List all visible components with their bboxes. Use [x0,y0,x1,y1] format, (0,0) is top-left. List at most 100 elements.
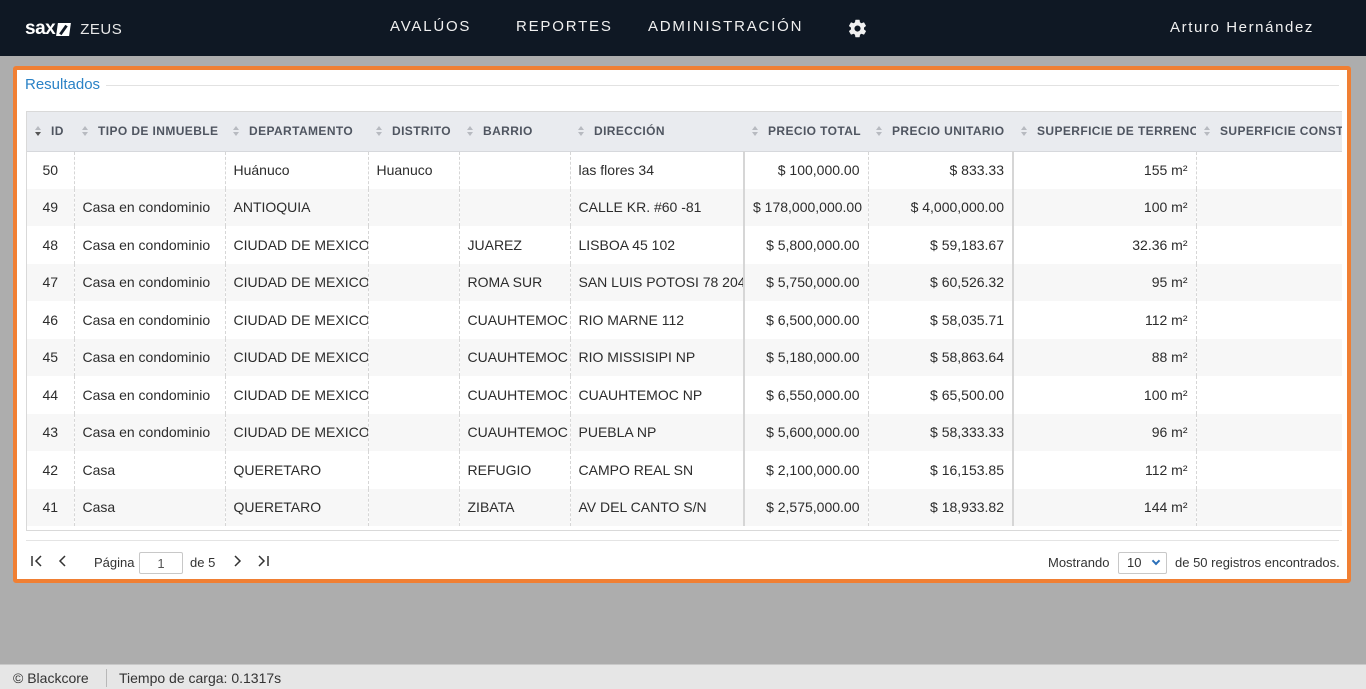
cell-barrio: CUAUHTEMOC [459,376,571,414]
chevron-down-icon [1151,556,1161,566]
cell-distrito [368,451,460,489]
cell-direccion: AV DEL CANTO S/N [570,488,745,526]
cell-superficie-construida: 1 [1196,151,1342,189]
table-row[interactable]: 41 Casa QUERETARO ZIBATA AV DEL CANTO S/N $ 2… [27,488,1342,526]
nav-item-administracion[interactable]: ADMINISTRACIÓN [648,18,803,35]
cell-tipo-de-inmueble: Casa [74,488,226,526]
cell-id: 41 [27,488,75,526]
sort-icon [82,126,90,137]
next-page-icon[interactable] [229,554,245,570]
cell-superficie-de-terreno: 112 m² [1012,301,1197,339]
records-found-label: de 50 registros encontrados. [1175,555,1340,570]
cell-superficie-construida [1196,188,1342,226]
nav-item-reportes[interactable]: REPORTES [516,18,613,35]
column-header-superficie-de-terreno[interactable]: SUPERFICIE DE TERRENO [1013,112,1199,152]
table-row[interactable]: 50 Huánuco Huanuco las flores 34 $ 100,000.0… [27,151,1342,189]
cell-superficie-de-terreno: 100 m² [1012,376,1197,414]
table-row[interactable]: 42 Casa QUERETARO REFUGIO CAMPO REAL SN $ 2,1… [27,451,1342,489]
cell-barrio: REFUGIO [459,451,571,489]
cell-barrio: JUAREZ [459,226,571,264]
page-number-input[interactable] [139,552,183,574]
cell-precio-unitario: $ 65,500.00 [868,376,1014,414]
sort-icon [1021,126,1029,137]
status-divider [106,669,107,687]
page-size-select[interactable]: 10 [1118,552,1167,574]
table-header-row: ID TIPO DE INMUEBLE DEPARTAMENTO DISTRIT… [27,112,1342,152]
table-row[interactable]: 44 Casa en condominio CIUDAD DE MEXICO CUAU… [27,376,1342,414]
column-header-superficie-construida[interactable]: SUPERFICIE CONSTRUIDA [1196,112,1342,152]
brand[interactable]: sax ZEUS [25,18,122,40]
cell-id: 42 [27,451,75,489]
column-header-id[interactable]: ID [27,112,74,152]
cell-superficie-construida: 1 [1196,376,1342,414]
cell-departamento: QUERETARO [225,451,369,489]
app-name: ZEUS [80,20,123,38]
table-row[interactable]: 46 Casa en condominio CIUDAD DE MEXICO CUAU… [27,301,1342,339]
cell-distrito [368,413,460,451]
cell-id: 50 [27,151,75,189]
load-time-text: Tiempo de carga: 0.1317s [119,670,282,686]
cell-direccion: RIO MARNE 112 [570,301,745,339]
cell-barrio [459,151,571,189]
column-header-distrito[interactable]: DISTRITO [368,112,459,152]
nav-item-avaluos[interactable]: AVALÚOS [390,18,471,35]
column-header-direccion[interactable]: DIRECCIÓN [570,112,744,152]
results-table-container: ID TIPO DE INMUEBLE DEPARTAMENTO DISTRIT… [26,111,1342,531]
column-header-precio-total[interactable]: PRECIO TOTAL [744,112,868,152]
cell-superficie-construida: 1 [1196,488,1342,526]
cell-id: 45 [27,338,75,376]
cell-barrio: CUAUHTEMOC [459,338,571,376]
cell-precio-unitario: $ 4,000,000.00 [868,188,1014,226]
cell-tipo-de-inmueble [74,151,226,189]
cell-departamento: CIUDAD DE MEXICO [225,338,369,376]
showing-label: Mostrando [1048,555,1110,570]
cell-superficie-construida: 1 [1196,451,1342,489]
cell-departamento: CIUDAD DE MEXICO [225,376,369,414]
cell-barrio [459,188,571,226]
user-name[interactable]: Arturo Hernández [1170,19,1314,36]
cell-tipo-de-inmueble: Casa en condominio [74,263,226,301]
column-header-precio-unitario[interactable]: PRECIO UNITARIO [868,112,1013,152]
cell-departamento: CIUDAD DE MEXICO [225,263,369,301]
cell-tipo-de-inmueble: Casa [74,451,226,489]
table-row[interactable]: 45 Casa en condominio CIUDAD DE MEXICO CUAU… [27,338,1342,376]
cell-id: 43 [27,413,75,451]
cell-direccion: CAMPO REAL SN [570,451,745,489]
column-header-barrio[interactable]: BARRIO [459,112,570,152]
sort-icon [752,126,760,137]
cell-superficie-de-terreno: 144 m² [1012,488,1197,526]
cell-distrito [368,263,460,301]
cell-direccion: CUAUHTEMOC NP [570,376,745,414]
cell-precio-unitario: $ 833.33 [868,151,1014,189]
table-row[interactable]: 49 Casa en condominio ANTIOQUIA CALLE KR. #… [27,188,1342,226]
table-row[interactable]: 48 Casa en condominio CIUDAD DE MEXICO JUAR… [27,226,1342,264]
cell-precio-total: $ 2,100,000.00 [743,451,869,489]
brand-mark-icon [56,22,72,36]
copyright-text: © Blackcore [13,670,89,686]
table-row[interactable]: 43 Casa en condominio CIUDAD DE MEXICO CUAU… [27,413,1342,451]
gear-icon[interactable] [847,18,868,39]
cell-superficie-de-terreno: 112 m² [1012,451,1197,489]
cell-direccion: PUEBLA NP [570,413,745,451]
cell-superficie-construida [1196,413,1342,451]
table-row[interactable]: 47 Casa en condominio CIUDAD DE MEXICO ROMA… [27,263,1342,301]
first-page-icon[interactable] [29,554,45,570]
cell-id: 49 [27,188,75,226]
column-header-tipo-de-inmueble[interactable]: TIPO DE INMUEBLE [74,112,225,152]
sort-icon [233,126,241,137]
cell-departamento: ANTIOQUIA [225,188,369,226]
cell-id: 48 [27,226,75,264]
cell-distrito [368,301,460,339]
last-page-icon[interactable] [255,554,271,570]
previous-page-icon[interactable] [55,554,71,570]
cell-direccion: LISBOA 45 102 [570,226,745,264]
column-header-departamento[interactable]: DEPARTAMENTO [225,112,368,152]
top-navigation-bar: sax ZEUS AVALÚOS REPORTES ADMINISTRACIÓN… [0,0,1366,56]
cell-id: 46 [27,301,75,339]
results-panel: Resultados ID TIPO DE INMUEBLE DEPARTAME… [13,66,1351,583]
cell-precio-unitario: $ 60,526.32 [868,263,1014,301]
cell-superficie-construida [1196,226,1342,264]
cell-tipo-de-inmueble: Casa en condominio [74,413,226,451]
panel-title-rule [25,85,1339,86]
cell-tipo-de-inmueble: Casa en condominio [74,188,226,226]
